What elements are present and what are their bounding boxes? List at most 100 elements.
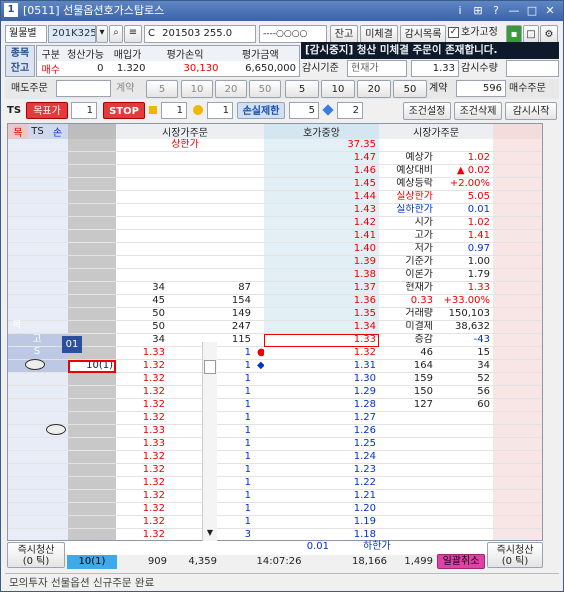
right-order-cell[interactable]	[493, 294, 542, 309]
month-select[interactable]: 월물별	[5, 25, 47, 43]
order-book-row[interactable]: 1.47 예상가 1.02	[8, 151, 542, 166]
ts-left-cell[interactable]	[28, 489, 47, 504]
ts-left-cell[interactable]	[28, 229, 47, 244]
ts-left-cell[interactable]	[28, 307, 47, 322]
sell-price-cell[interactable]: 1.33	[116, 424, 168, 439]
right-order-cell[interactable]	[493, 359, 542, 374]
sell-price-cell[interactable]	[116, 177, 168, 192]
ts-left-cell[interactable]	[28, 437, 47, 452]
help-icon[interactable]: ?	[489, 4, 503, 17]
loss-limit-button[interactable]: 손실제한	[237, 102, 285, 119]
order-book-row[interactable]: 1.32 1 1.23	[8, 463, 542, 478]
son-left-cell[interactable]	[47, 151, 68, 166]
left-order-cell[interactable]	[68, 411, 116, 426]
ts-left-cell[interactable]	[28, 177, 47, 192]
circle-input[interactable]: 1	[207, 102, 233, 119]
price-cell[interactable]: 1.29	[264, 385, 380, 400]
mok-left-cell[interactable]	[8, 307, 28, 322]
ts-left-cell[interactable]	[28, 242, 47, 257]
mok-left-cell[interactable]	[8, 190, 28, 205]
order-book-row[interactable]: 34 115 1.33 증감 -43	[8, 333, 542, 348]
right-order-cell[interactable]	[493, 307, 542, 322]
order-book-row[interactable]: 1.44 실상한가 5.05	[8, 190, 542, 205]
close-icon[interactable]: ✕	[543, 4, 557, 17]
market-sell-header[interactable]: 시장가주문	[116, 124, 254, 139]
right-order-cell[interactable]	[493, 476, 542, 491]
order-book-row[interactable]: 45 154 1.36 0.33 +33.00%	[8, 294, 542, 309]
order-book-row[interactable]: 1.32 1 1.20	[8, 502, 542, 517]
ts-left-cell[interactable]	[28, 203, 47, 218]
target-price-button[interactable]: 목표가	[26, 102, 68, 119]
order-book-row[interactable]: 1.41 고가 1.41	[8, 229, 542, 244]
son-left-cell[interactable]	[47, 437, 68, 452]
left-order-cell[interactable]	[68, 190, 116, 205]
sell-qty-cell[interactable]: 247	[168, 320, 255, 335]
order-book-row[interactable]: 1.45 예상등락 +2.00%	[8, 177, 542, 192]
sell-qty-50-button[interactable]: 50	[249, 80, 281, 98]
price-cell[interactable]: 1.39	[264, 255, 380, 270]
sell-qty-cell[interactable]	[168, 151, 255, 166]
son-left-cell[interactable]	[47, 177, 68, 192]
mok-left-cell[interactable]	[8, 463, 28, 478]
sell-price-cell[interactable]: 34	[116, 281, 168, 296]
sell-price-cell[interactable]: 34	[116, 333, 168, 348]
order-book-row[interactable]: 1.32 1 1.19	[8, 515, 542, 530]
sell-qty-cell[interactable]: 149	[168, 307, 255, 322]
son-left-cell[interactable]	[47, 307, 68, 322]
left-order-cell[interactable]	[68, 489, 116, 504]
stop-input[interactable]: 1	[161, 102, 187, 119]
left-order-cell[interactable]	[68, 463, 116, 478]
order-book-row[interactable]: 1.32 1 1.22	[8, 476, 542, 491]
sell-qty-input[interactable]	[56, 80, 111, 97]
price-cell[interactable]: 1.20	[264, 502, 380, 517]
left-order-cell[interactable]	[68, 515, 116, 530]
sell-qty-cell[interactable]	[168, 229, 255, 244]
right-order-cell[interactable]	[493, 515, 542, 530]
price-cell[interactable]: 1.22	[264, 476, 380, 491]
son-left-cell[interactable]	[47, 450, 68, 465]
price-cell[interactable]: 1.31	[264, 359, 380, 374]
right-order-cell[interactable]	[493, 268, 542, 283]
sell-price-cell[interactable]: 1.32	[116, 411, 168, 426]
left-order-cell[interactable]	[68, 424, 116, 439]
mok-left-cell[interactable]	[8, 268, 28, 283]
code-input[interactable]: 201K3255	[48, 25, 96, 43]
ts-left-cell[interactable]	[28, 268, 47, 283]
left-order-cell[interactable]	[68, 164, 116, 179]
sell-qty-cell[interactable]	[168, 164, 255, 179]
price-cell[interactable]: 1.36	[264, 294, 380, 309]
mok-left-cell[interactable]	[8, 229, 28, 244]
mok-left-cell[interactable]	[8, 346, 28, 361]
condition-delete-button[interactable]: 조건삭제	[454, 102, 502, 120]
son-left-cell[interactable]	[47, 294, 68, 309]
right-order-cell[interactable]	[493, 333, 542, 348]
buy-qty-input[interactable]: 596	[456, 80, 506, 97]
son-left-cell[interactable]	[47, 203, 68, 218]
price-cell[interactable]: 1.21	[264, 489, 380, 504]
left-order-cell[interactable]	[68, 216, 116, 231]
order-book-row[interactable]: 10(1) 1.32 1 ◆ 1.31 164 34	[8, 359, 542, 374]
ts-left-cell[interactable]	[28, 398, 47, 413]
ts-left-cell[interactable]	[28, 411, 47, 426]
right-order-cell[interactable]	[493, 255, 542, 270]
instant-close-right-button[interactable]: 즉시청산 (0 틱)	[487, 542, 543, 568]
order-book-row[interactable]: 1.39 기준가 1.00	[8, 255, 542, 270]
mok-left-cell[interactable]	[8, 476, 28, 491]
center-header[interactable]: 호가중앙	[264, 124, 380, 139]
buy-qty-10-button[interactable]: 10	[321, 80, 355, 98]
son-left-cell[interactable]	[47, 359, 68, 374]
scroll-thumb[interactable]	[204, 360, 216, 374]
watch-qty-input[interactable]	[506, 60, 559, 77]
sell-price-cell[interactable]	[116, 164, 168, 179]
right-order-cell[interactable]	[493, 320, 542, 335]
son-left-cell[interactable]	[47, 502, 68, 517]
loss-limit-input-2[interactable]: 2	[337, 102, 363, 119]
right-order-cell[interactable]	[493, 528, 542, 540]
ts-left-cell[interactable]	[28, 463, 47, 478]
mok-left-cell[interactable]	[8, 515, 28, 530]
mok-left-cell[interactable]	[8, 333, 28, 348]
order-book-row[interactable]: 1.33 1 1.26	[8, 424, 542, 439]
sell-qty-cell[interactable]: 154	[168, 294, 255, 309]
mok-left-cell[interactable]	[8, 502, 28, 517]
son-left-cell[interactable]	[47, 372, 68, 387]
